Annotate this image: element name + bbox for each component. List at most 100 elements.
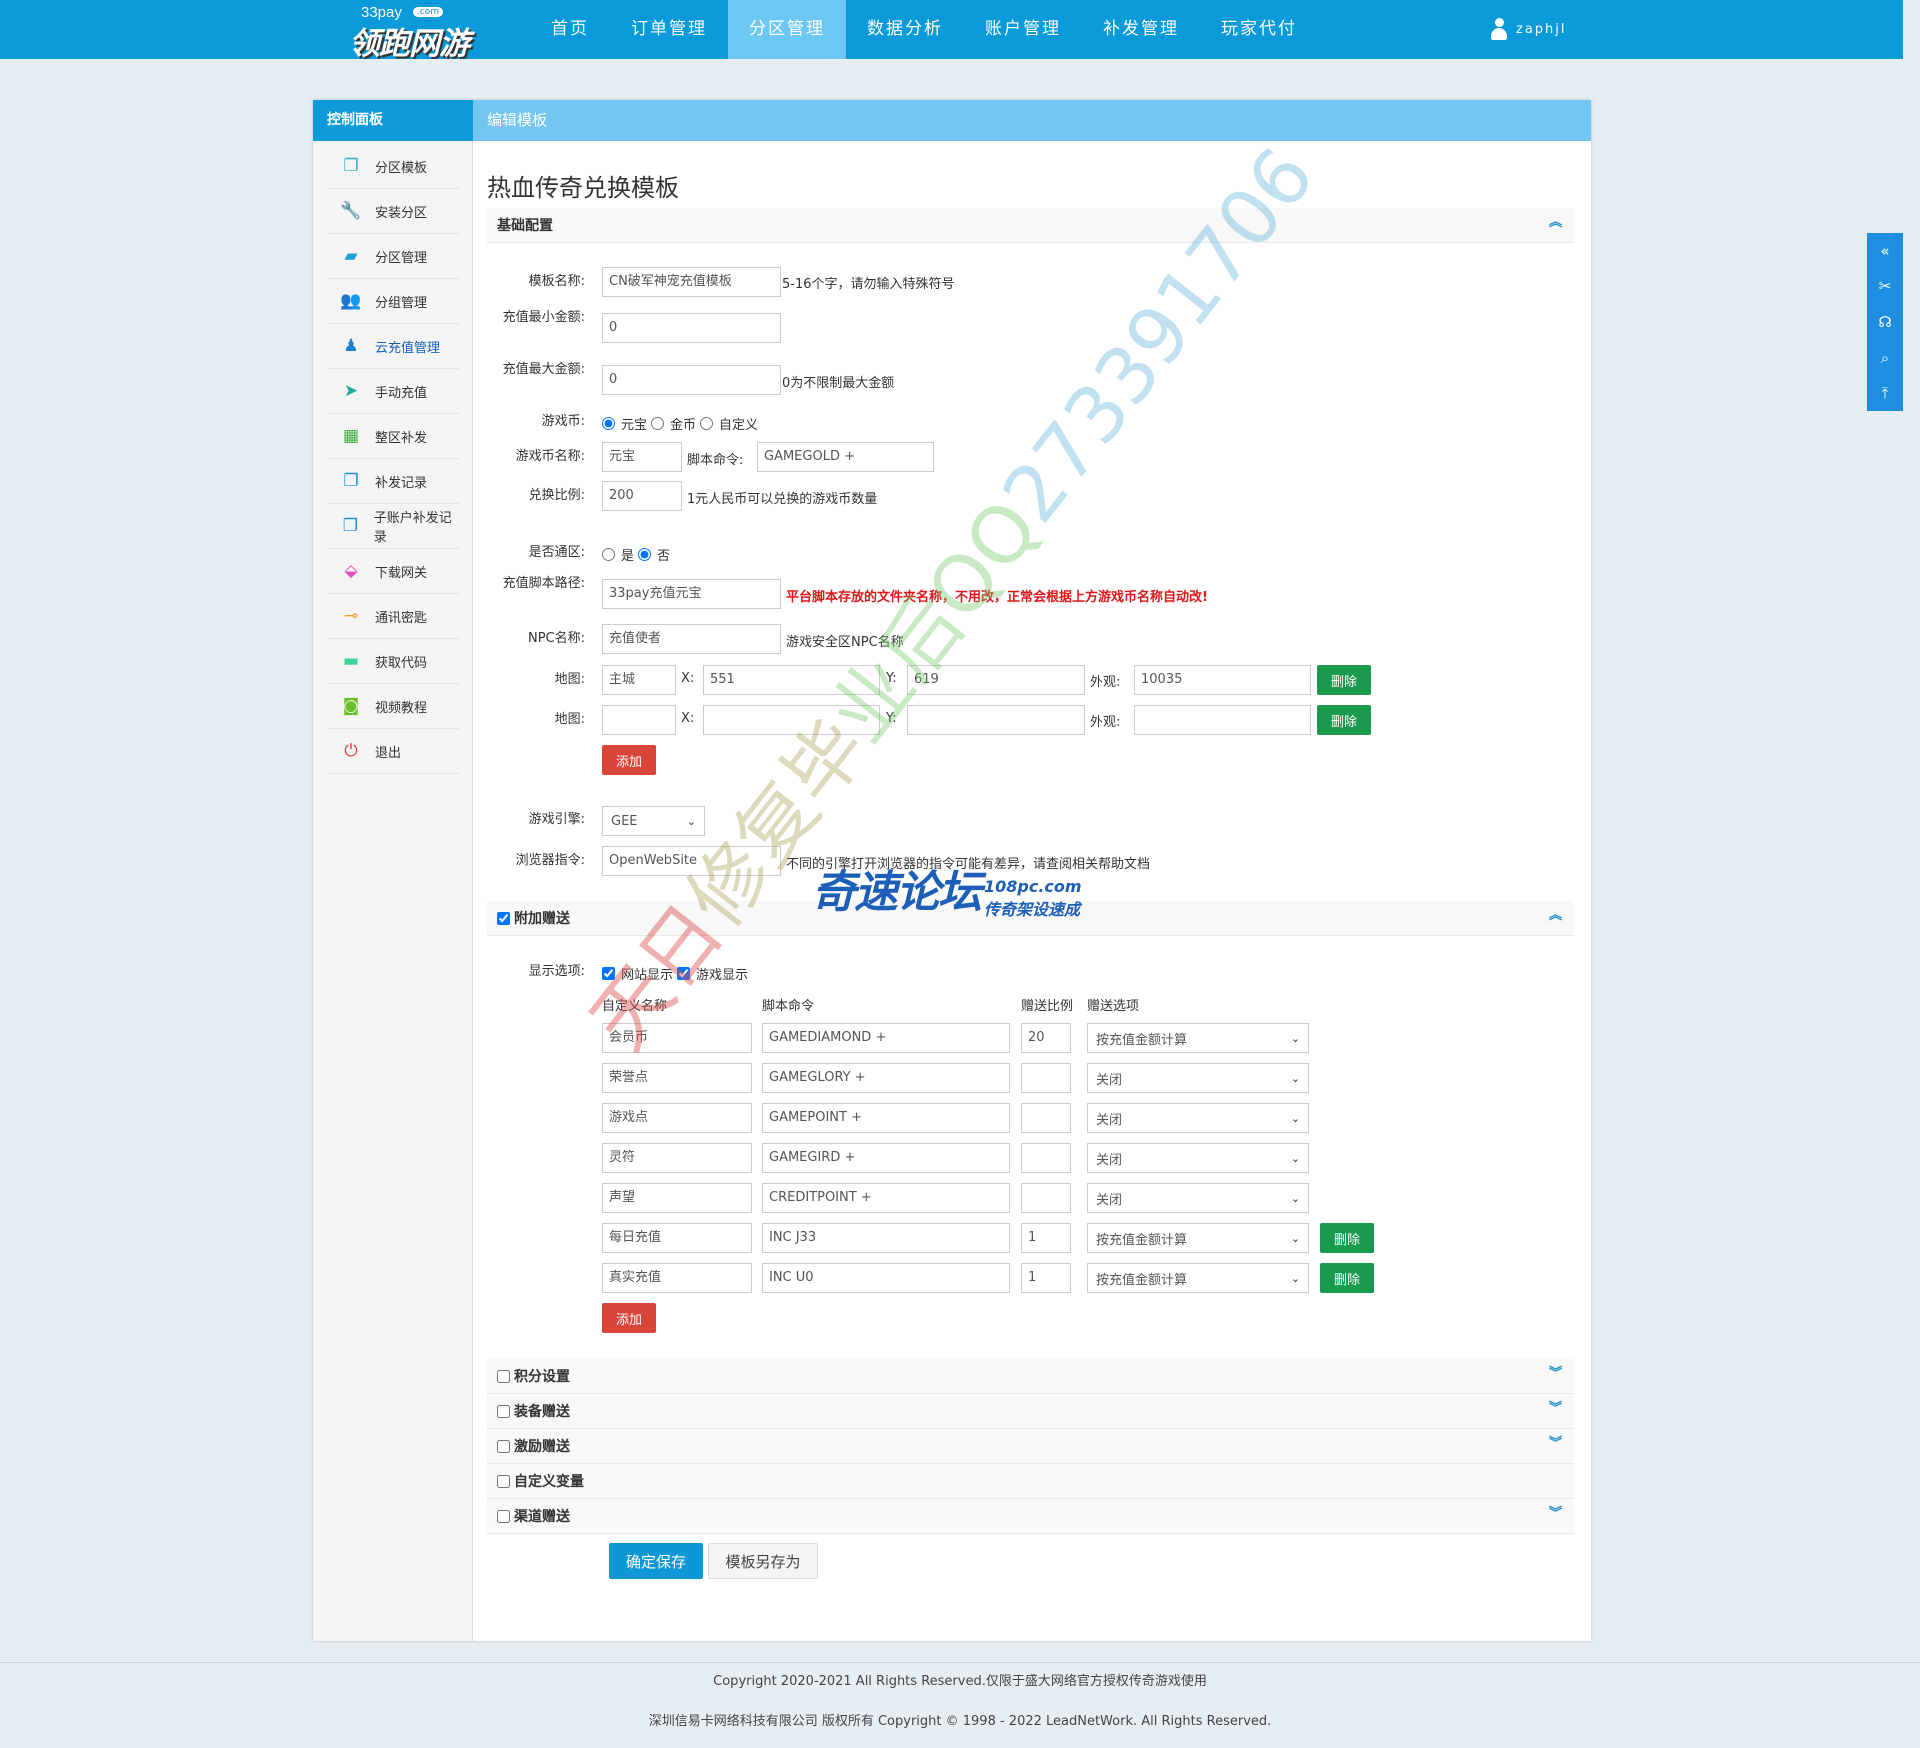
gift-ratio-input[interactable]: 1 [1021, 1263, 1071, 1293]
add-row-button[interactable]: 添加 [602, 1303, 656, 1333]
section-checkbox[interactable] [497, 1369, 510, 1383]
sidebar-item[interactable]: ▬ 获取代码 [327, 639, 459, 684]
map-input[interactable]: 主城 [602, 665, 676, 695]
chevron-up-icon[interactable]: ︽ [1549, 216, 1562, 229]
delete-row-button[interactable]: 删除 [1320, 1263, 1374, 1293]
gift-option-select[interactable]: 按充值金额计算 ⌄ [1087, 1263, 1309, 1293]
gift-option-select[interactable]: 按充值金额计算 ⌄ [1087, 1223, 1309, 1253]
script-command-input[interactable]: GAMEGIRD + [762, 1143, 1010, 1173]
x-input[interactable] [703, 705, 880, 735]
sidebar-item[interactable]: 🔧 安装分区 [327, 189, 459, 234]
delete-map-button[interactable]: 删除 [1317, 705, 1371, 735]
custom-name-input[interactable]: 每日充值 [602, 1223, 752, 1253]
sidebar-item[interactable]: ❐ 子账户补发记录 [327, 504, 459, 549]
map-input[interactable] [602, 705, 676, 735]
delete-map-button[interactable]: 删除 [1317, 665, 1371, 695]
gift-option-select[interactable]: 关闭 ⌄ [1087, 1063, 1309, 1093]
section-checkbox[interactable] [497, 1509, 510, 1523]
custom-name-input[interactable]: 真实充值 [602, 1263, 752, 1293]
script-path-input[interactable]: 33pay充值元宝 [602, 579, 781, 609]
gift-option-select[interactable]: 关闭 ⌄ [1087, 1103, 1309, 1133]
chevron-down-icon[interactable]: ︾ [1549, 1437, 1562, 1450]
section-3[interactable]: 激励赠送 ︾ [487, 1429, 1574, 1464]
back-to-top-icon[interactable]: ⤒ [1882, 384, 1889, 402]
nav-tab[interactable]: 补发管理 [1082, 0, 1200, 59]
section-extra-gift[interactable]: 附加赠送 ︽ [487, 901, 1574, 936]
nav-tab[interactable]: 首页 [530, 0, 610, 59]
script-command-input[interactable]: GAMEGLORY + [762, 1063, 1010, 1093]
universal-radio-option[interactable] [602, 548, 615, 561]
custom-name-input[interactable]: 荣誉点 [602, 1063, 752, 1093]
save-button[interactable]: 确定保存 [609, 1543, 703, 1579]
sidebar-item[interactable]: ♟ 云充值管理 [327, 324, 459, 369]
chevron-down-icon[interactable]: ︾ [1549, 1402, 1562, 1415]
brand-logo[interactable]: 33pay .com 领跑网游 [349, 4, 499, 62]
section-4[interactable]: 自定义变量 [487, 1464, 1574, 1499]
collapse-icon[interactable]: « [1880, 242, 1889, 260]
custom-name-input[interactable]: 灵符 [602, 1143, 752, 1173]
section-2[interactable]: 装备赠送 ︾ [487, 1394, 1574, 1429]
add-map-button[interactable]: 添加 [602, 745, 656, 775]
template-name-input[interactable]: CN破军神宠充值模板 [602, 267, 781, 297]
browser-command-input[interactable]: OpenWebSite [602, 846, 781, 876]
chevron-down-icon[interactable]: ︾ [1549, 1367, 1562, 1380]
sidebar-item[interactable]: ➤ 手动充值 [327, 369, 459, 414]
tools-icon[interactable]: ✂ [1879, 277, 1892, 295]
universal-radio-option[interactable] [638, 548, 652, 561]
gift-option-select[interactable]: 按充值金额计算 ⌄ [1087, 1023, 1309, 1053]
gift-option-select[interactable]: 关闭 ⌄ [1087, 1143, 1309, 1173]
search-icon[interactable]: ⌕ [1881, 349, 1889, 367]
script-command-input[interactable]: INC U0 [762, 1263, 1010, 1293]
delete-row-button[interactable]: 删除 [1320, 1223, 1374, 1253]
sidebar-item[interactable]: ▦ 整区补发 [327, 414, 459, 459]
sidebar-item[interactable]: ⏻ 退出 [327, 729, 459, 774]
script-command-input[interactable]: GAMEDIAMOND + [762, 1023, 1010, 1053]
save-as-button[interactable]: 模板另存为 [708, 1543, 818, 1579]
currency-radio-option[interactable] [700, 417, 714, 430]
gift-ratio-input[interactable] [1021, 1183, 1071, 1213]
max-amount-input[interactable]: 0 [602, 365, 781, 395]
exchange-ratio-input[interactable]: 200 [602, 481, 682, 511]
appearance-input[interactable] [1134, 705, 1311, 735]
appearance-input[interactable]: 10035 [1134, 665, 1311, 695]
headset-icon[interactable]: ☊ [1878, 313, 1891, 331]
section-checkbox[interactable] [497, 1404, 510, 1418]
extra-gift-checkbox[interactable] [497, 911, 510, 925]
sidebar-item[interactable]: ⬙ 下载网关 [327, 549, 459, 594]
nav-tab[interactable]: 分区管理 [728, 0, 846, 59]
sidebar-item[interactable]: ◙ 视频教程 [327, 684, 459, 729]
script-command-input[interactable]: GAMEPOINT + [762, 1103, 1010, 1133]
sidebar-item[interactable]: ❐ 补发记录 [327, 459, 459, 504]
x-input[interactable]: 551 [703, 665, 880, 695]
min-amount-input[interactable]: 0 [602, 313, 781, 343]
y-input[interactable] [907, 705, 1085, 735]
nav-tab[interactable]: 订单管理 [610, 0, 728, 59]
section-basic-config[interactable]: 基础配置 ︽ [487, 208, 1574, 243]
display-checkbox-option[interactable] [602, 967, 615, 980]
engine-select[interactable]: GEE ⌄ [602, 806, 705, 836]
nav-tab[interactable]: 数据分析 [846, 0, 964, 59]
sidebar-item[interactable]: 👥 分组管理 [327, 279, 459, 324]
sidebar-item[interactable]: ⊸ 通讯密匙 [327, 594, 459, 639]
section-5[interactable]: 渠道赠送 ︾ [487, 1499, 1574, 1534]
gift-ratio-input[interactable] [1021, 1103, 1071, 1133]
script-command-input[interactable]: GAMEGOLD + [757, 442, 934, 472]
gift-ratio-input[interactable] [1021, 1063, 1071, 1093]
custom-name-input[interactable]: 游戏点 [602, 1103, 752, 1133]
script-command-input[interactable]: CREDITPOINT + [762, 1183, 1010, 1213]
custom-name-input[interactable]: 会员币 [602, 1023, 752, 1053]
section-checkbox[interactable] [497, 1474, 510, 1488]
currency-radio-option[interactable] [651, 417, 665, 430]
display-checkbox-option[interactable] [677, 967, 691, 980]
npc-name-input[interactable]: 充值使者 [602, 624, 781, 654]
chevron-up-icon[interactable]: ︽ [1549, 909, 1562, 922]
section-checkbox[interactable] [497, 1439, 510, 1453]
currency-name-input[interactable]: 元宝 [602, 442, 682, 472]
gift-ratio-input[interactable]: 20 [1021, 1023, 1071, 1053]
custom-name-input[interactable]: 声望 [602, 1183, 752, 1213]
gift-ratio-input[interactable]: 1 [1021, 1223, 1071, 1253]
sidebar-item[interactable]: ❐ 分区模板 [327, 144, 459, 189]
gift-ratio-input[interactable] [1021, 1143, 1071, 1173]
nav-tab[interactable]: 玩家代付 [1200, 0, 1318, 59]
user-menu[interactable]: zaphjl [1490, 18, 1567, 40]
